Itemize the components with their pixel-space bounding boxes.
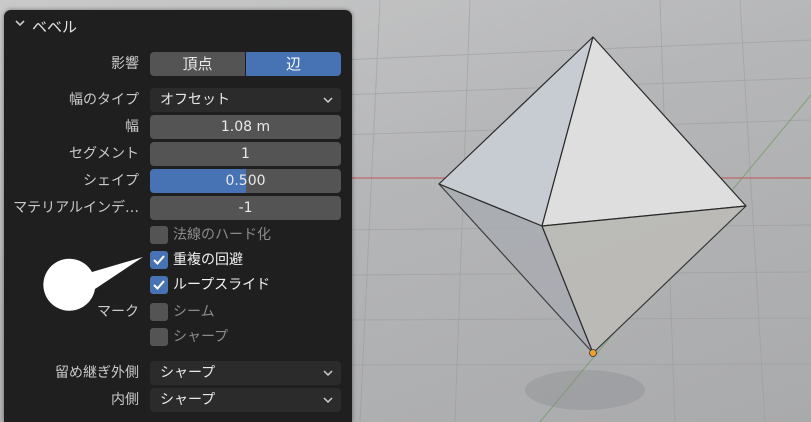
callout-annotation: [43, 257, 143, 311]
callout-bubble: [43, 257, 143, 311]
